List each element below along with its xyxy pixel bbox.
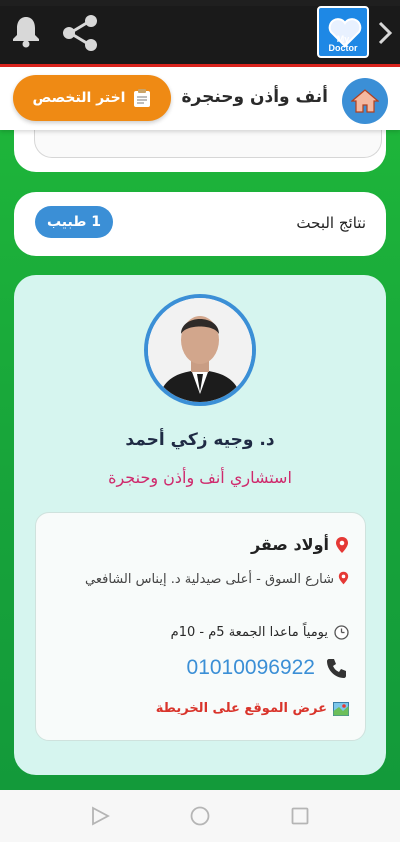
- doctor-name: د. وجيه زكي أحمد: [125, 430, 275, 450]
- pin-icon: [336, 536, 348, 553]
- clinic-address-row: شارع السوق - أعلى صيدلية د. إيناس الشافع…: [49, 569, 349, 591]
- clinic-hours: يومياً ماعدا الجمعة 5م - 10م: [170, 625, 328, 640]
- pin-icon: [338, 571, 349, 585]
- results-count-badge: 1 طبيب: [35, 206, 113, 238]
- clinic-address: شارع السوق - أعلى صيدلية د. إيناس الشافع…: [85, 572, 334, 587]
- clinic-name-row: أولاد صقر: [251, 535, 349, 554]
- app-logo[interactable]: My Doctor: [317, 6, 369, 58]
- clipboard-icon: [134, 89, 151, 107]
- logo-line2: Doctor: [328, 43, 358, 53]
- recents-nav-icon[interactable]: [289, 805, 311, 827]
- results-bar: نتائج البحث 1 طبيب: [14, 192, 386, 256]
- results-label: نتائج البحث: [296, 214, 366, 232]
- clinic-info-box: أولاد صقر شارع السوق - أعلى صيدلية د. إي…: [35, 512, 366, 741]
- bell-icon[interactable]: [10, 14, 42, 48]
- choose-specialty-button[interactable]: اختر التخصص: [13, 75, 171, 121]
- system-nav-bar: [0, 790, 400, 842]
- map-link[interactable]: عرض الموقع على الخريطة: [156, 701, 327, 716]
- doctor-card[interactable]: د. وجيه زكي أحمد استشاري أنف وأذن وحنجرة…: [14, 275, 386, 775]
- specialty-title: أنف وأذن وحنجرة: [181, 87, 328, 107]
- map-icon: [333, 701, 349, 716]
- status-bar: [0, 0, 400, 6]
- home-button[interactable]: [342, 78, 388, 124]
- clinic-name: أولاد صقر: [250, 535, 329, 554]
- chevron-right-icon[interactable]: [376, 20, 394, 46]
- clock-icon: [334, 625, 349, 640]
- doctor-title: استشاري أنف وأذن وحنجرة: [108, 468, 292, 487]
- clinic-hours-row: يومياً ماعدا الجمعة 5م - 10م: [171, 625, 349, 640]
- back-nav-icon[interactable]: [89, 805, 111, 827]
- share-icon[interactable]: [60, 14, 100, 52]
- home-icon: [351, 89, 379, 113]
- specialty-header: أنف وأذن وحنجرة اختر التخصص: [0, 64, 400, 130]
- home-nav-icon[interactable]: [189, 805, 211, 827]
- phone-icon: [327, 659, 346, 678]
- choose-specialty-label: اختر التخصص: [32, 90, 126, 106]
- clinic-phone-row[interactable]: 01010096922: [187, 656, 349, 680]
- doctor-avatar: [144, 294, 256, 406]
- clinic-phone[interactable]: 01010096922: [187, 656, 315, 680]
- app-bar: My Doctor: [0, 0, 400, 64]
- map-link-row[interactable]: عرض الموقع على الخريطة: [156, 701, 349, 716]
